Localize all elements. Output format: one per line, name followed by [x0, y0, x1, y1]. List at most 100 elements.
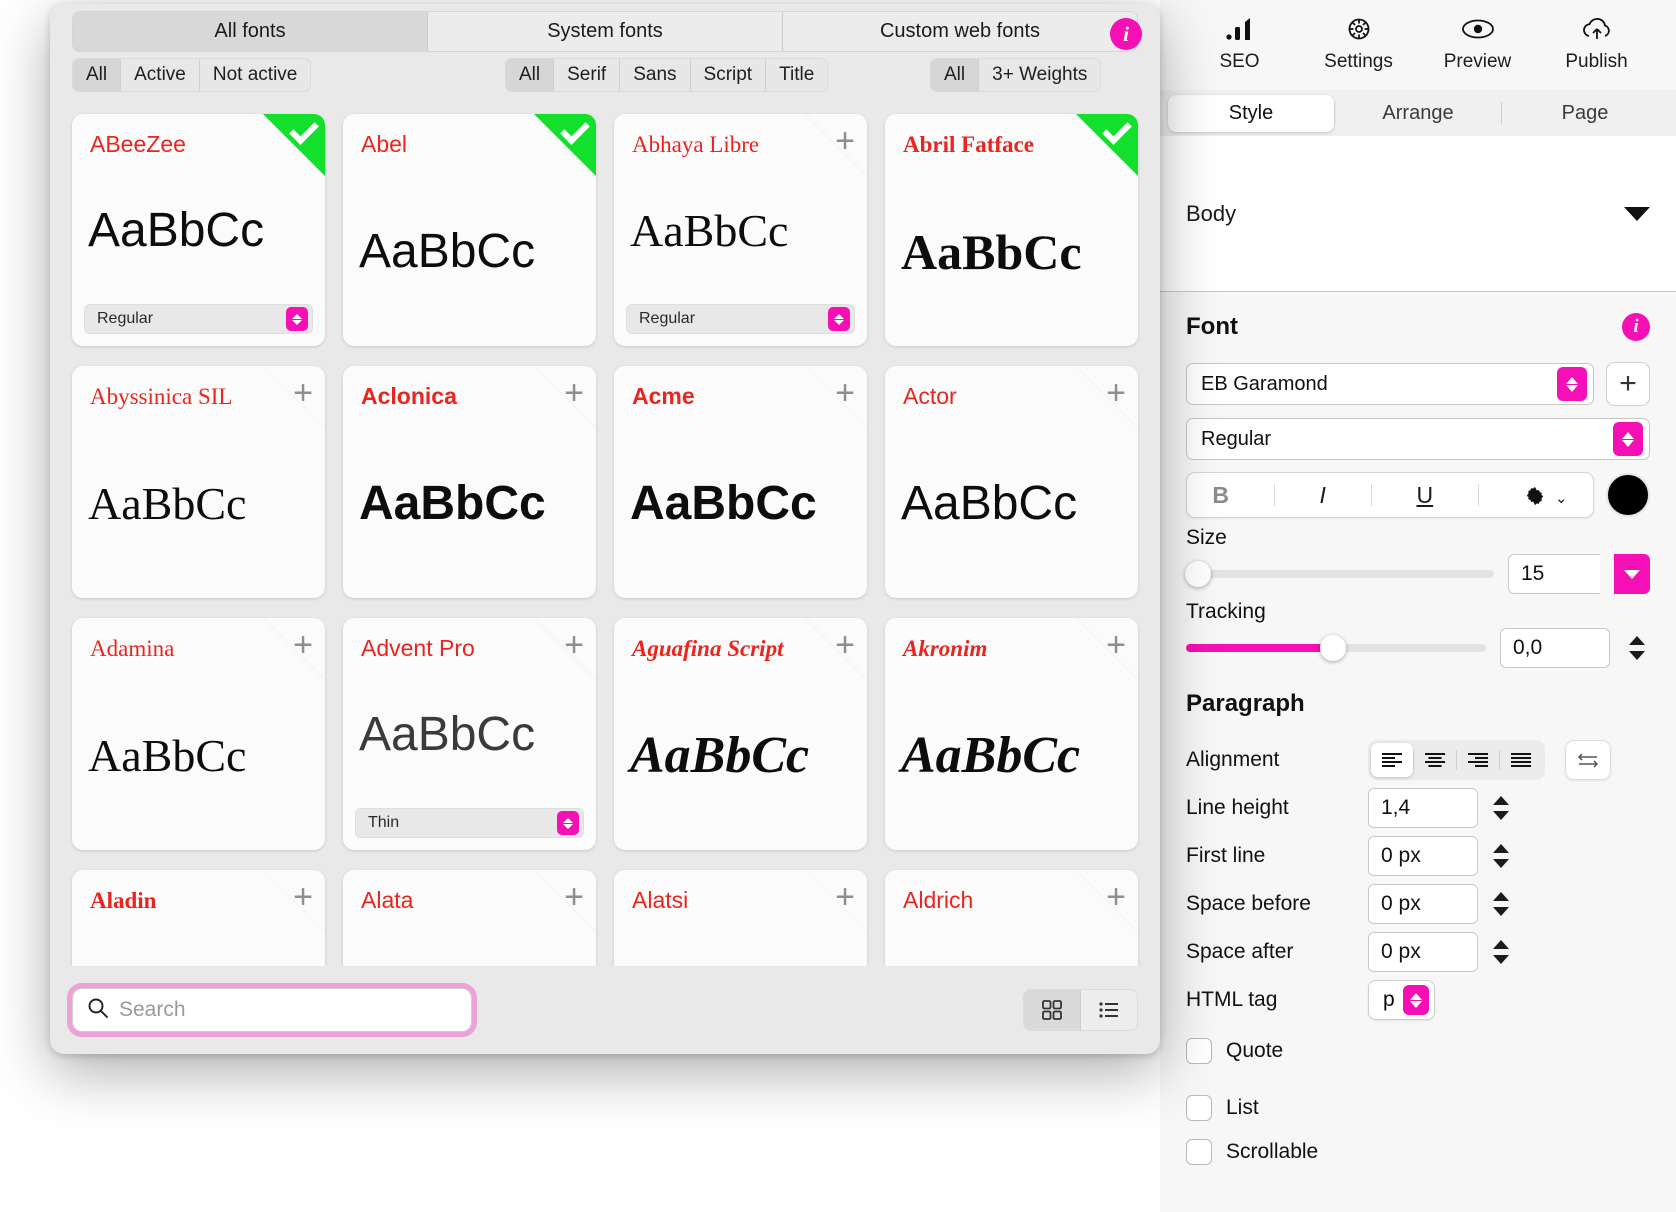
font-size-input[interactable]: 15	[1508, 554, 1600, 594]
plus-icon[interactable]: +	[564, 880, 584, 914]
space-before-stepper[interactable]	[1488, 892, 1514, 916]
plus-icon[interactable]: +	[1106, 628, 1126, 662]
toolbar-button-seo[interactable]: SEO	[1194, 14, 1286, 73]
space-after-stepper[interactable]	[1488, 940, 1514, 964]
align-left-button[interactable]	[1371, 743, 1413, 777]
align-justify-button[interactable]	[1500, 743, 1542, 777]
list-checkbox[interactable]	[1186, 1095, 1212, 1121]
tracking-slider[interactable]	[1186, 644, 1486, 652]
plus-icon[interactable]: +	[835, 880, 855, 914]
font-card[interactable]: +AclonicaAaBbCc	[343, 366, 596, 598]
stepper-icon[interactable]	[1403, 985, 1429, 1015]
plus-icon[interactable]: +	[293, 628, 313, 662]
font-card[interactable]: +Advent ProAaBbCcThin	[343, 618, 596, 850]
filter-status-not-active[interactable]: Not active	[200, 59, 310, 91]
font-card[interactable]: +AldrichAaBbCc	[885, 870, 1138, 966]
plus-icon[interactable]: +	[1106, 880, 1126, 914]
font-card[interactable]: +AlatsiAaBbCc	[614, 870, 867, 966]
scrollable-checkbox[interactable]	[1186, 1139, 1212, 1165]
font-weight-select[interactable]: Thin	[355, 808, 584, 838]
font-size-slider[interactable]	[1186, 570, 1494, 578]
plus-icon[interactable]: +	[835, 376, 855, 410]
font-card[interactable]: +AkronimAaBbCc	[885, 618, 1138, 850]
space-after-input[interactable]: 0 px	[1368, 932, 1478, 972]
space-before-input[interactable]: 0 px	[1368, 884, 1478, 924]
plus-icon[interactable]: +	[564, 376, 584, 410]
font-card[interactable]: ABeeZeeAaBbCcRegular	[72, 114, 325, 346]
font-card[interactable]: +Abyssinica SILAaBbCc	[72, 366, 325, 598]
scope-selector[interactable]: Body	[1160, 136, 1676, 292]
tab-arrange[interactable]: Arrange	[1335, 95, 1501, 132]
toolbar-button-publish[interactable]: Publish	[1551, 14, 1643, 73]
tab-system-fonts[interactable]: System fonts	[428, 12, 782, 51]
first-line-stepper[interactable]	[1488, 844, 1514, 868]
font-weight-select[interactable]: Regular	[1186, 418, 1650, 460]
text-color-swatch[interactable]	[1606, 473, 1650, 517]
text-direction-button[interactable]	[1565, 740, 1611, 780]
html-tag-select[interactable]: p	[1368, 980, 1435, 1020]
stepper-icon[interactable]	[286, 307, 308, 331]
stepper-icon[interactable]	[1613, 422, 1643, 456]
font-card[interactable]: AbelAaBbCc	[343, 114, 596, 346]
italic-button[interactable]: I	[1314, 482, 1332, 509]
tab-style[interactable]: Style	[1168, 95, 1334, 132]
grid-view-button[interactable]	[1024, 990, 1080, 1030]
font-size-dropdown-button[interactable]	[1614, 554, 1650, 594]
tracking-input[interactable]: 0,0	[1500, 628, 1610, 668]
font-card[interactable]: +Abhaya LibreAaBbCcRegular	[614, 114, 867, 346]
tab-custom-web-fonts[interactable]: Custom web fonts	[783, 12, 1137, 51]
align-center-button[interactable]	[1414, 743, 1456, 777]
filter-weights-all[interactable]: All	[931, 59, 978, 91]
search-field[interactable]: Search	[72, 988, 472, 1032]
plus-icon[interactable]: +	[293, 376, 313, 410]
font-card[interactable]: +AcmeAaBbCc	[614, 366, 867, 598]
font-card[interactable]: +Aguafina ScriptAaBbCc	[614, 618, 867, 850]
quote-checkbox[interactable]	[1186, 1038, 1212, 1064]
font-weight-select[interactable]: Regular	[626, 304, 855, 334]
font-card[interactable]: +AladinAaBbCc	[72, 870, 325, 966]
align-right-button[interactable]	[1457, 743, 1499, 777]
font-card[interactable]: +AdaminaAaBbCc	[72, 618, 325, 850]
toolbar-button-preview[interactable]: Preview	[1432, 14, 1524, 73]
text-options-gear-icon[interactable]: ⌄	[1518, 482, 1574, 509]
font-size-slider-knob[interactable]	[1185, 561, 1211, 587]
filter-category-serif[interactable]: Serif	[554, 59, 619, 91]
font-grid-area[interactable]: ABeeZeeAaBbCcRegularAbelAaBbCc+Abhaya Li…	[50, 104, 1160, 966]
toolbar-button-settings[interactable]: Settings	[1313, 14, 1405, 73]
line-height-input[interactable]: 1,4	[1368, 788, 1478, 828]
stepper-icon[interactable]	[828, 307, 850, 331]
stepper-icon[interactable]	[1557, 367, 1587, 401]
tab-all-fonts[interactable]: All fonts	[73, 12, 427, 51]
quote-row[interactable]: Quote	[1160, 1024, 1676, 1073]
first-line-input[interactable]: 0 px	[1368, 836, 1478, 876]
list-view-button[interactable]	[1081, 990, 1137, 1030]
plus-icon[interactable]: +	[293, 880, 313, 914]
plus-icon[interactable]: +	[835, 124, 855, 158]
underline-button[interactable]: U	[1410, 482, 1439, 509]
font-weight-select[interactable]: Regular	[84, 304, 313, 334]
font-family-select[interactable]: EB Garamond	[1186, 363, 1594, 405]
add-font-button[interactable]: +	[1606, 362, 1650, 406]
tracking-stepper[interactable]	[1624, 636, 1650, 660]
scrollable-row[interactable]: Scrollable	[1160, 1130, 1676, 1174]
filter-status-active[interactable]: Active	[121, 59, 199, 91]
filter-category-all[interactable]: All	[506, 59, 553, 91]
filter-weights-3plus[interactable]: 3+ Weights	[979, 59, 1100, 91]
font-card[interactable]: +ActorAaBbCc	[885, 366, 1138, 598]
line-height-stepper[interactable]	[1488, 796, 1514, 820]
filter-status-all[interactable]: All	[73, 59, 120, 91]
font-card[interactable]: Abril FatfaceAaBbCc	[885, 114, 1138, 346]
font-card[interactable]: +AlataAaBbCc	[343, 870, 596, 966]
filter-category-title[interactable]: Title	[766, 59, 827, 91]
bold-button[interactable]: B	[1206, 482, 1235, 509]
info-icon[interactable]: i	[1622, 313, 1650, 341]
plus-icon[interactable]: +	[835, 628, 855, 662]
plus-icon[interactable]: +	[564, 628, 584, 662]
info-icon[interactable]: i	[1110, 18, 1142, 50]
filter-category-script[interactable]: Script	[691, 59, 766, 91]
filter-category-sans[interactable]: Sans	[620, 59, 689, 91]
stepper-icon[interactable]	[557, 811, 579, 835]
tab-page[interactable]: Page	[1502, 95, 1668, 132]
tracking-slider-knob[interactable]	[1320, 635, 1346, 661]
list-row[interactable]: List	[1160, 1073, 1676, 1130]
